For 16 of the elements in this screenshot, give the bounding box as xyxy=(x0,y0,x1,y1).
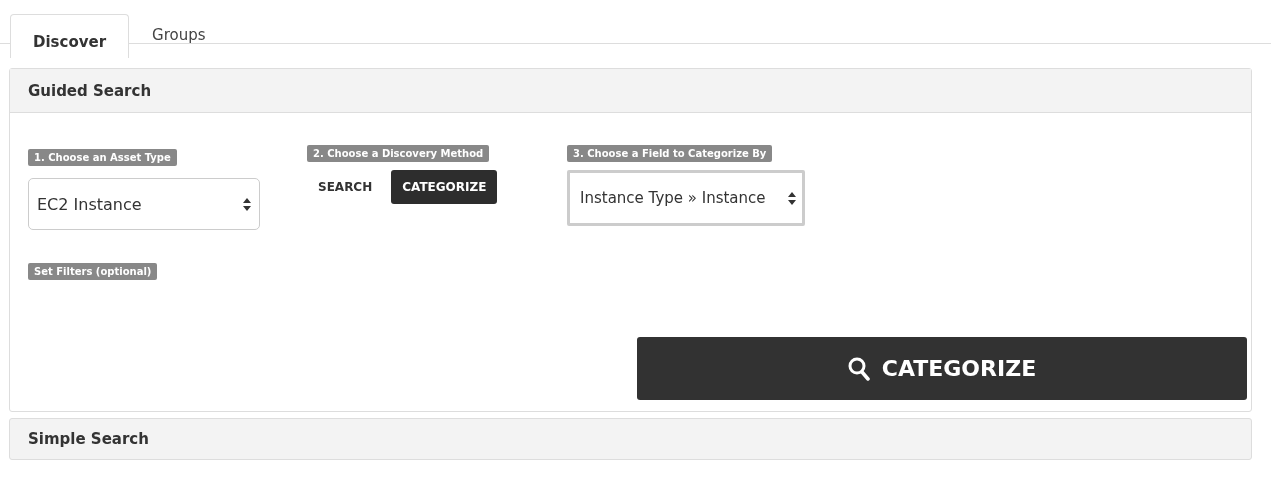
panel-title: Guided Search xyxy=(28,81,152,100)
method-toggle[interactable]: SEARCH xyxy=(307,170,384,204)
filters-label[interactable]: Set Filters (optional) xyxy=(28,263,158,280)
up-down-arrows-icon xyxy=(243,197,251,211)
tab[interactable]: Discover xyxy=(10,14,130,58)
method-toggle[interactable]: CATEGORIZE xyxy=(391,170,498,204)
asset-type-select[interactable]: EC2 Instance xyxy=(28,178,260,230)
step-label: 3. Choose a Field to Categorize By xyxy=(567,145,773,162)
search-icon xyxy=(847,356,870,381)
panel-title: Simple Search xyxy=(28,430,149,448)
categorize-button[interactable]: CATEGORIZE xyxy=(637,337,1247,400)
categorize-field-select[interactable]: Instance Type » Instance xyxy=(567,170,805,226)
step-label: 1. Choose an Asset Type xyxy=(28,149,177,166)
up-down-arrows-icon xyxy=(788,191,796,205)
step-label: 2. Choose a Discovery Method xyxy=(307,145,490,162)
tab[interactable]: Groups xyxy=(129,14,229,44)
